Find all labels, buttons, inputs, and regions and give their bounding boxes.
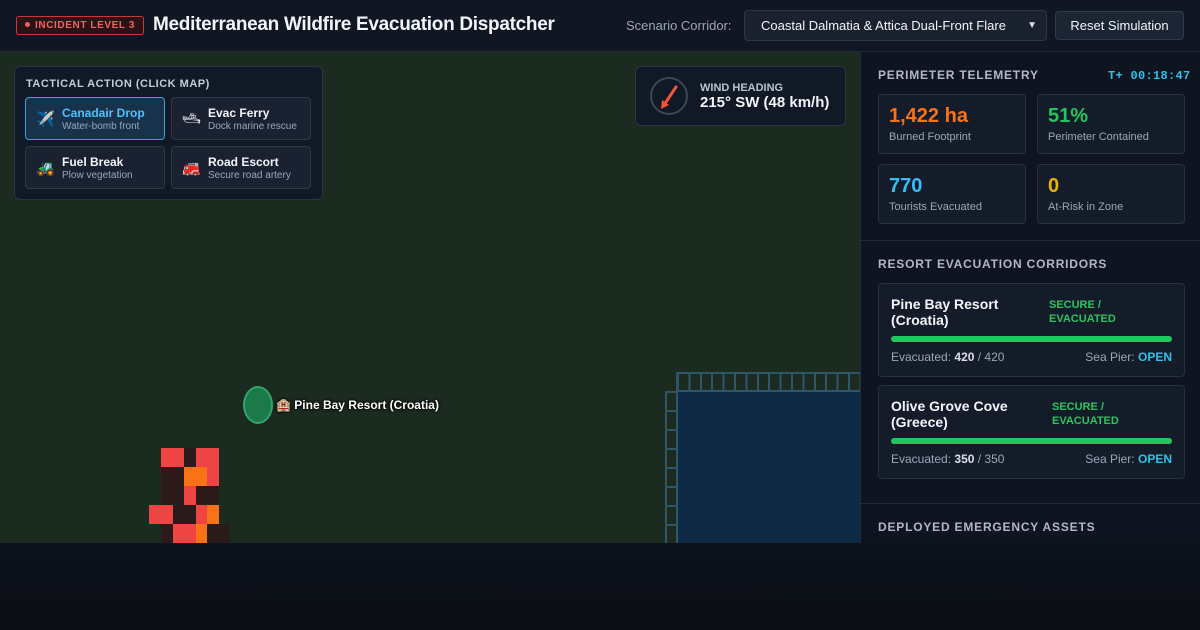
fire-engine-icon: 🚒: [182, 160, 201, 177]
fire-cell[interactable]: [184, 467, 196, 486]
tactical-action-panel: TACTICAL ACTION (CLICK MAP) ✈️ Canadair …: [14, 66, 323, 200]
fire-cell[interactable]: [207, 448, 219, 467]
top-bar: INCIDENT LEVEL 3 Mediterranean Wildfire …: [0, 0, 1200, 52]
tactical-panel-title: TACTICAL ACTION (CLICK MAP): [26, 78, 210, 90]
metric-at-risk: 0 At-Risk in Zone: [1037, 164, 1185, 224]
evacuated-label: Evacuated:: [891, 452, 952, 466]
evacuated-value: 420: [954, 350, 975, 364]
wind-label: WIND HEADING: [700, 82, 784, 94]
fire-cell[interactable]: [207, 505, 219, 524]
sea-zone[interactable]: [677, 391, 860, 543]
chevron-down-icon: ▼: [1027, 20, 1037, 31]
scenario-select-value: Coastal Dalmatia & Attica Dual-Front Fla…: [761, 18, 1006, 33]
coastline-edge: [677, 390, 860, 392]
pier-label: Sea Pier:: [1085, 452, 1135, 466]
alert-dot-icon: [25, 22, 30, 27]
evacuation-progress-bar: [891, 438, 1172, 444]
resort-status-badge: SECURE / EVACUATED: [1052, 401, 1119, 427]
pier-label: Sea Pier:: [1085, 350, 1135, 364]
wind-heading-widget: WIND HEADING 215° SW (48 km/h): [635, 66, 846, 126]
metric-value: 0: [1048, 175, 1060, 197]
corridors-title: RESORT EVACUATION CORRIDORS: [878, 257, 1108, 271]
action-name: Road Escort: [208, 155, 279, 169]
evacuated-count: Evacuated: 350 / 350: [891, 452, 1004, 466]
pier-value: OPEN: [1137, 350, 1172, 364]
evacuation-progress-bar: [891, 336, 1172, 342]
resort-status-badge: SECURE / EVACUATED: [1049, 299, 1116, 325]
fire-cell[interactable]: [161, 524, 173, 543]
telemetry-title: PERIMETER TELEMETRY: [878, 68, 1039, 82]
page-title: Mediterranean Wildfire Evacuation Dispat…: [153, 14, 555, 35]
coastline-grid: [677, 372, 860, 391]
plane-icon: ✈️: [36, 111, 55, 128]
resort-card-pine-bay[interactable]: Pine Bay Resort (Croatia) SECURE / EVACU…: [878, 283, 1185, 377]
metric-label: Perimeter Contained: [1048, 131, 1149, 143]
scenario-select[interactable]: Coastal Dalmatia & Attica Dual-Front Fla…: [744, 10, 1047, 41]
resort-name: Pine Bay Resort (Croatia): [891, 296, 999, 328]
metric-label: At-Risk in Zone: [1048, 201, 1124, 213]
fire-cell[interactable]: [184, 448, 196, 467]
action-desc: Secure road artery: [208, 170, 291, 181]
evacuation-progress-fill: [891, 438, 1172, 444]
evacuated-value: 350: [954, 452, 975, 466]
sea-pier-status: Sea Pier: OPEN: [1085, 350, 1172, 364]
metric-burned-footprint: 1,422 ha Burned Footprint: [878, 94, 1026, 154]
fire-cell[interactable]: [207, 467, 219, 486]
section-divider: [861, 240, 1200, 241]
sea-pier-status: Sea Pier: OPEN: [1085, 452, 1172, 466]
tractor-icon: 🚜: [36, 160, 55, 177]
fire-cell[interactable]: [184, 486, 196, 505]
action-evac-ferry-button[interactable]: 🛥 Evac Ferry Dock marine rescue: [171, 97, 311, 140]
evacuated-total: / 420: [977, 350, 1005, 364]
action-name: Fuel Break: [62, 155, 124, 169]
evacuated-label: Evacuated:: [891, 350, 952, 364]
fire-cell[interactable]: [184, 524, 196, 543]
action-name: Evac Ferry: [208, 106, 270, 120]
scenario-label: Scenario Corridor:: [626, 18, 732, 33]
metric-label: Tourists Evacuated: [889, 201, 982, 213]
wind-arrow-icon: [661, 85, 678, 109]
side-panel: PERIMETER TELEMETRY T+ 00:18:47 1,422 ha…: [860, 52, 1200, 543]
resort-marker[interactable]: [243, 386, 273, 424]
evacuated-count: Evacuated: 420 / 420: [891, 350, 1004, 364]
fire-cell[interactable]: [218, 524, 230, 543]
action-name: Canadair Drop: [62, 106, 145, 120]
evacuation-progress-fill: [891, 336, 1172, 342]
evacuated-total: / 350: [977, 452, 1005, 466]
resort-map-label: 🏨 Pine Bay Resort (Croatia): [276, 398, 439, 412]
metric-value: 770: [889, 175, 923, 197]
resort-name: Olive Grove Cove (Greece): [891, 398, 1008, 430]
assets-title: DEPLOYED EMERGENCY ASSETS: [878, 520, 1096, 534]
metric-tourists-evacuated: 770 Tourists Evacuated: [878, 164, 1026, 224]
section-divider: [861, 503, 1200, 504]
metric-perimeter-contained: 51% Perimeter Contained: [1037, 94, 1185, 154]
action-fuel-break-button[interactable]: 🚜 Fuel Break Plow vegetation: [25, 146, 165, 189]
reset-simulation-button[interactable]: Reset Simulation: [1055, 11, 1184, 40]
incident-level-badge: INCIDENT LEVEL 3: [16, 16, 144, 35]
fire-cell[interactable]: [207, 486, 219, 505]
coastline-edge-vertical: [676, 372, 678, 543]
metric-value: 51%: [1048, 105, 1089, 127]
incident-badge-text: INCIDENT LEVEL 3: [35, 20, 135, 31]
fire-cell[interactable]: [161, 448, 173, 467]
action-desc: Dock marine rescue: [208, 121, 297, 132]
wind-value: 215° SW (48 km/h): [700, 94, 830, 111]
lower-blank-area: [0, 543, 1200, 630]
action-desc: Water-bomb front: [62, 121, 140, 132]
pier-value: OPEN: [1137, 452, 1172, 466]
fire-cell[interactable]: [161, 486, 173, 505]
metric-value: 1,422 ha: [889, 105, 968, 127]
action-canadair-drop-button[interactable]: ✈️ Canadair Drop Water-bomb front: [25, 97, 165, 140]
mission-timer: T+ 00:18:47: [1108, 69, 1191, 83]
fire-cell[interactable]: [149, 505, 161, 524]
fire-cell[interactable]: [161, 505, 173, 524]
metric-label: Burned Footprint: [889, 131, 971, 143]
fire-cell[interactable]: [161, 467, 173, 486]
action-road-escort-button[interactable]: 🚒 Road Escort Secure road artery: [171, 146, 311, 189]
compass-icon: [650, 77, 688, 115]
action-desc: Plow vegetation: [62, 170, 133, 181]
resort-card-olive-grove[interactable]: Olive Grove Cove (Greece) SECURE / EVACU…: [878, 385, 1185, 479]
ship-icon: 🛥: [182, 111, 202, 128]
fire-cell[interactable]: [184, 505, 196, 524]
